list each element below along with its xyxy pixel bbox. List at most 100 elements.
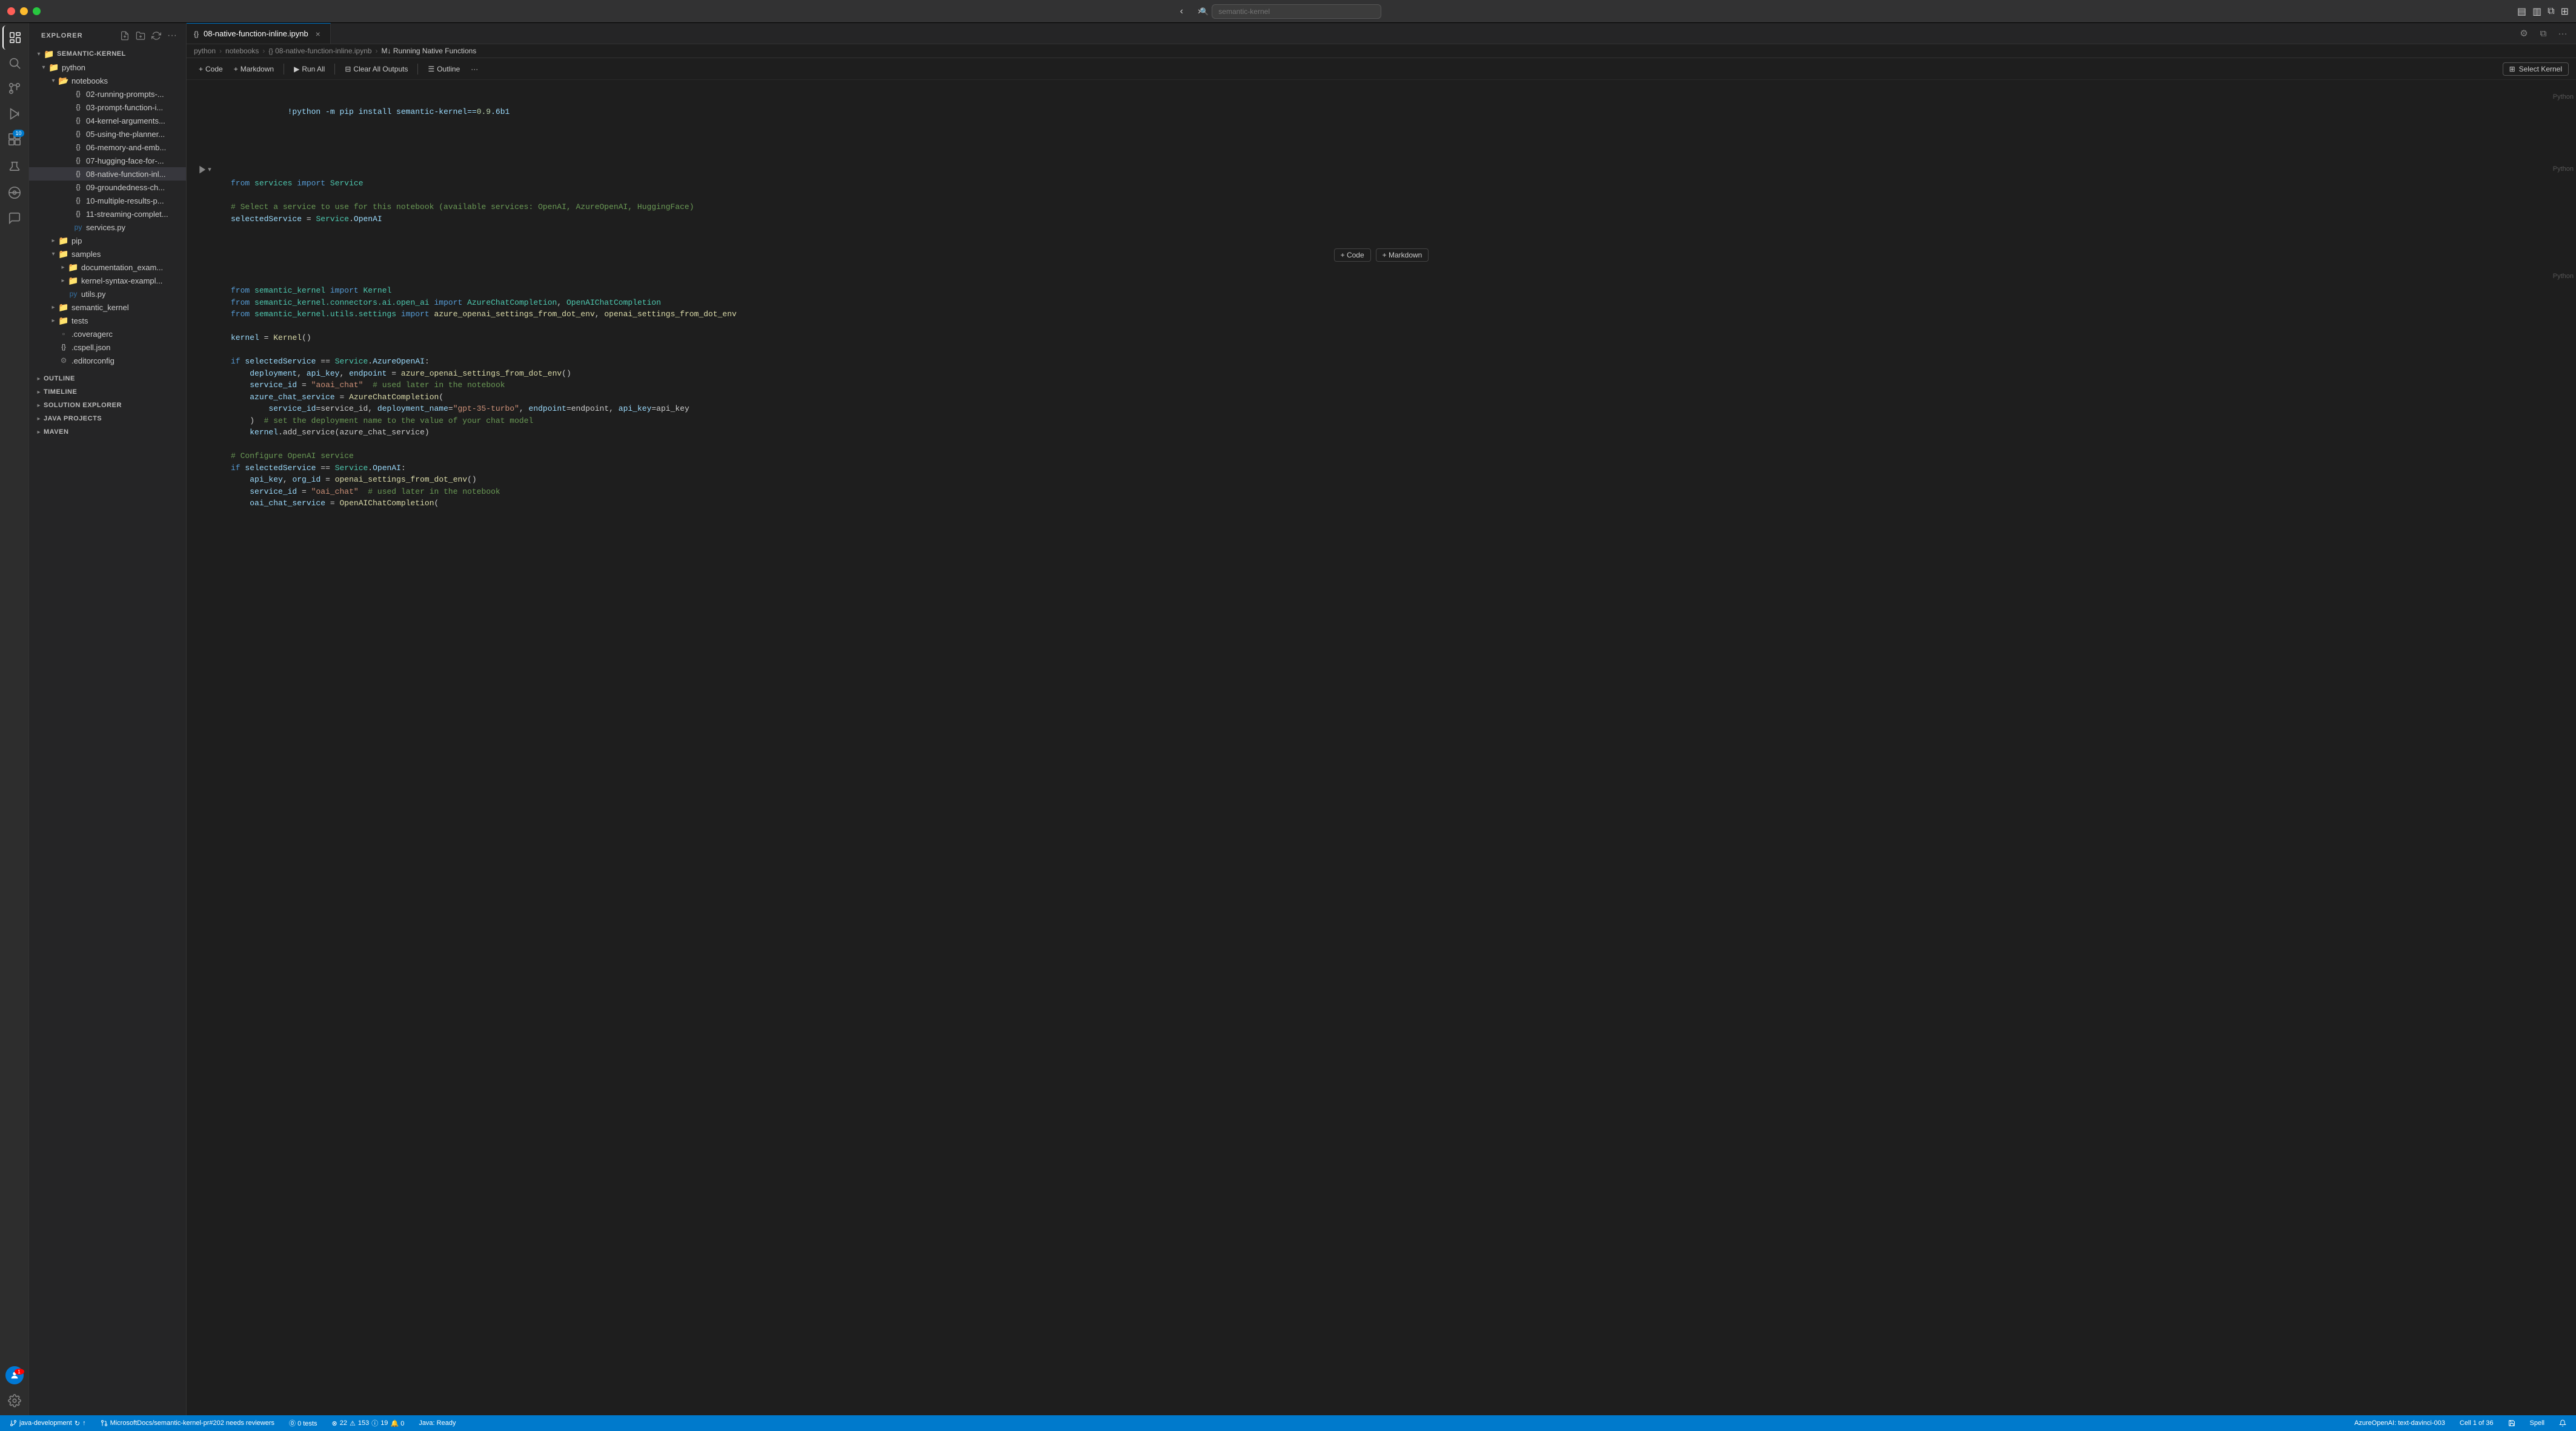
status-cell-info[interactable]: Cell 1 of 36 (2456, 1419, 2497, 1427)
minimize-button[interactable] (20, 7, 28, 15)
refresh-button[interactable] (150, 29, 163, 42)
activity-item-chat[interactable] (2, 206, 27, 230)
status-save[interactable] (2505, 1419, 2519, 1427)
breadcrumb-python[interactable]: python (194, 47, 216, 55)
split-editor-button[interactable]: ⧉ (2535, 25, 2552, 42)
tree-item-semantic-kernel[interactable]: ▸ 📁 semantic_kernel (29, 300, 186, 314)
activity-item-search[interactable] (2, 51, 27, 75)
breadcrumb-file[interactable]: {} 08-native-function-inline.ipynb (268, 47, 371, 55)
more-toolbar-button[interactable]: ··· (466, 63, 483, 75)
collapse-all-button[interactable]: ··· (165, 29, 179, 42)
new-file-button[interactable] (118, 29, 131, 42)
status-branch[interactable]: java-development ↻ ↑ (6, 1419, 90, 1427)
tree-item-07[interactable]: {} 07-hugging-face-for-... (29, 154, 186, 167)
cell-3-code[interactable]: from semantic_kernel import Kernel from … (224, 268, 2563, 526)
folder-icon: 📁 (58, 248, 69, 259)
operator: =endpoint, (566, 404, 619, 413)
close-button[interactable] (7, 7, 15, 15)
tree-item-python[interactable]: ▾ 📁 python (29, 61, 186, 74)
notebook-content[interactable]: !python -m pip install semantic-kernel==… (187, 80, 2576, 1415)
panel-button[interactable]: ▥ (2532, 5, 2541, 18)
status-errors[interactable]: ⊗ 22 ⚠ 153 ⓘ 19 🔔 0 (328, 1418, 408, 1428)
avatar[interactable]: 1 (5, 1366, 24, 1384)
breadcrumb-notebooks[interactable]: notebooks (225, 47, 259, 55)
layout-toggle-button[interactable]: ▤ (2517, 5, 2526, 18)
cell-2-body[interactable]: from services import Service # Select a … (223, 161, 2564, 242)
tree-item-03[interactable]: {} 03-prompt-function-i... (29, 101, 186, 114)
section-maven[interactable]: ▸ MAVEN (29, 425, 186, 439)
status-java[interactable]: Java: Ready (415, 1419, 459, 1427)
tree-item-tests[interactable]: ▸ 📁 tests (29, 314, 186, 327)
clear-all-outputs-button[interactable]: ⊟ Clear All Outputs (340, 63, 413, 75)
titlebar: ‹ › 🔍 ▤ ▥ ⧉ ⊞ (0, 0, 2576, 23)
section-solution[interactable]: ▸ SOLUTION EXPLORER (29, 399, 186, 412)
spacer (63, 102, 73, 112)
tree-root[interactable]: ▾ 📁 SEMANTIC-KERNEL (29, 47, 186, 61)
tree-item-06[interactable]: {} 06-memory-and-emb... (29, 141, 186, 154)
tree-item-cspell[interactable]: {} .cspell.json (29, 340, 186, 354)
cell-2-run-button[interactable]: ▾ (198, 165, 211, 174)
activity-item-remote[interactable] (2, 181, 27, 205)
activity-item-test[interactable] (2, 155, 27, 179)
section-outline[interactable]: ▸ OUTLINE (29, 372, 186, 385)
tree-item-09[interactable]: {} 09-groundedness-ch... (29, 181, 186, 194)
activity-item-settings[interactable] (2, 1389, 27, 1413)
status-bell[interactable] (2555, 1419, 2570, 1427)
cell-2-code[interactable]: from services import Service # Select a … (224, 161, 2563, 242)
run-icon (198, 165, 207, 174)
cell-1-code[interactable]: !python -m pip install semantic-kernel==… (224, 89, 2563, 134)
cell-3-body[interactable]: from semantic_kernel import Kernel from … (223, 268, 2564, 527)
back-button[interactable]: ‹ (1177, 5, 1187, 18)
add-markdown-btn-2[interactable]: + Markdown (1376, 248, 1429, 262)
tree-item-editorconfig[interactable]: ⚙ .editorconfig (29, 354, 186, 367)
cell-1-body[interactable]: !python -m pip install semantic-kernel==… (223, 88, 2564, 135)
comment: # used later in the notebook (368, 487, 500, 496)
more-actions-button[interactable]: ··· (2554, 25, 2571, 42)
status-tests[interactable]: ⓪ 0 tests (285, 1418, 320, 1428)
add-markdown-button[interactable]: + Markdown (229, 63, 279, 75)
tree-item-10[interactable]: {} 10-multiple-results-p... (29, 194, 186, 207)
tab-08[interactable]: {} 08-native-function-inline.ipynb × (187, 23, 331, 44)
select-kernel-button[interactable]: ⊞ Select Kernel (2503, 62, 2569, 76)
activity-item-run[interactable] (2, 102, 27, 126)
grid-button[interactable]: ⊞ (2561, 5, 2569, 18)
breadcrumb-section[interactable]: M↓ Running Native Functions (382, 47, 477, 55)
tree-item-doc-examples[interactable]: ▸ 📁 documentation_exam... (29, 261, 186, 274)
activity-item-source-control[interactable] (2, 76, 27, 101)
add-markdown-btn-1[interactable]: + Markdown (1376, 141, 1429, 154)
split-button[interactable]: ⧉ (2548, 6, 2554, 17)
tree-item-08[interactable]: {} 08-native-function-inl... (29, 167, 186, 181)
status-kernel-name[interactable]: AzureOpenAI: text-davinci-003 (2351, 1419, 2449, 1427)
section-java[interactable]: ▸ JAVA PROJECTS (29, 412, 186, 425)
activity-item-extensions[interactable]: 10 (2, 127, 27, 151)
tree-item-05[interactable]: {} 05-using-the-planner... (29, 127, 186, 141)
run-all-button[interactable]: ▶ Run All (289, 63, 330, 75)
status-spell[interactable]: Spell (2526, 1419, 2548, 1427)
tree-item-coveragerc[interactable]: ▫ .coveragerc (29, 327, 186, 340)
search-input[interactable] (1212, 4, 1381, 19)
tree-item-02[interactable]: {} 02-running-prompts-... (29, 87, 186, 101)
tree-item-samples[interactable]: ▾ 📁 samples (29, 247, 186, 261)
tree-item-11[interactable]: {} 11-streaming-complet... (29, 207, 186, 221)
activity-item-explorer[interactable] (2, 25, 27, 50)
tree-item-04[interactable]: {} 04-kernel-arguments... (29, 114, 186, 127)
add-code-button[interactable]: + Code (194, 63, 228, 75)
new-folder-button[interactable] (134, 29, 147, 42)
folder-icon: 📁 (58, 235, 69, 246)
settings-tab-button[interactable]: ⚙ (2515, 25, 2532, 42)
activity-item-account[interactable]: 1 (2, 1363, 27, 1387)
tree-item-kernel-syntax[interactable]: ▸ 📁 kernel-syntax-exampl... (29, 274, 186, 287)
maximize-button[interactable] (33, 7, 41, 15)
add-code-btn-2[interactable]: + Code (1334, 248, 1371, 262)
tree-item-services[interactable]: py services.py (29, 221, 186, 234)
tree-label-notebooks: notebooks (71, 76, 108, 85)
add-code-btn-1[interactable]: + Code (1334, 141, 1371, 154)
tree-item-notebooks[interactable]: ▾ 📂 notebooks (29, 74, 186, 87)
section-label-timeline: TIMELINE (44, 388, 77, 396)
tree-item-utils[interactable]: py utils.py (29, 287, 186, 300)
status-pr[interactable]: MicrosoftDocs/semantic-kernel-pr#202 nee… (97, 1419, 278, 1427)
tab-close-button[interactable]: × (313, 29, 323, 39)
section-timeline[interactable]: ▸ TIMELINE (29, 385, 186, 399)
outline-button[interactable]: ☰ Outline (423, 63, 465, 75)
tree-item-pip[interactable]: ▸ 📁 pip (29, 234, 186, 247)
